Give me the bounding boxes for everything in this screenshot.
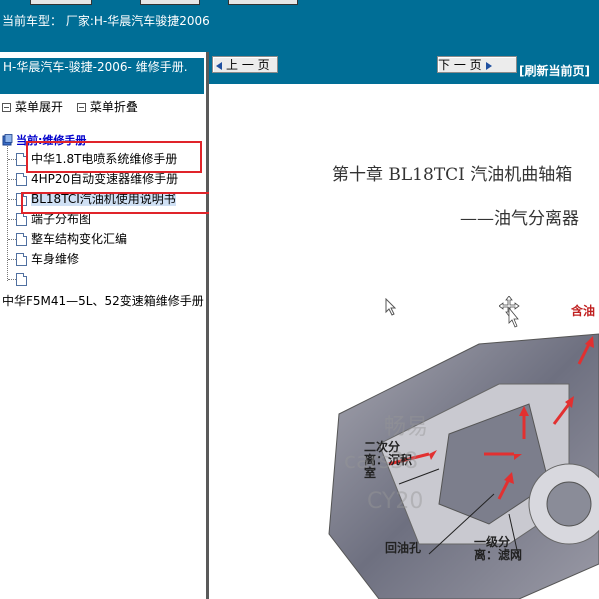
tree-item-label: 车身维修: [31, 252, 80, 266]
next-page-button[interactable]: 下 一 页: [437, 56, 517, 73]
collapse-icon[interactable]: [76, 103, 86, 112]
manual-title: H-华晨汽车-骏捷-2006- 维修手册.: [0, 58, 204, 94]
annotation-box-2: [21, 192, 221, 214]
oil-separator-diagram: [328, 333, 599, 599]
label-primary-separation: 一级分离：滤网: [474, 535, 523, 562]
tree-item-structure-changes[interactable]: 整车结构变化汇编: [8, 230, 127, 248]
document-icon: [16, 233, 27, 246]
next-page-label: 下 一 页: [438, 58, 482, 72]
tree-branch: [8, 259, 16, 260]
arrow-right-icon: [485, 61, 492, 70]
tree-item-body-repair[interactable]: 车身维修: [8, 250, 79, 268]
tree-item-gearbox-manual[interactable]: 中华F5M41—5L、52变速箱维修手册: [2, 292, 204, 309]
prev-page-label: 上 一 页: [226, 58, 270, 72]
document-page: 第十章 BL18TCI 汽油机曲轴箱 ——油气分离器 含油 二次分离：沉积室 一…: [209, 84, 599, 599]
label-oil-return-hole: 回油孔: [385, 541, 422, 555]
top-toolbar-button[interactable]: [140, 0, 200, 5]
tree-item-label: 4HP20自动变速器维修手册: [31, 172, 179, 186]
tree-branch: [8, 239, 16, 240]
document-icon: [16, 253, 27, 266]
chapter-subtitle: ——油气分离器: [460, 209, 579, 229]
document-icon: [16, 273, 27, 286]
tree-item-label: 整车结构变化汇编: [31, 232, 128, 246]
document-icon: [16, 173, 27, 186]
top-toolbar-button[interactable]: [30, 0, 92, 5]
viewer-toolbar: 上 一 页 下 一 页 [刷新当前页]: [209, 52, 599, 84]
left-nav-panel: H-华晨汽车-骏捷-2006- 维修手册. 菜单展开 菜单折叠 当前:维修手册 …: [0, 52, 221, 599]
refresh-page-link[interactable]: [刷新当前页]: [519, 62, 590, 79]
book-icon: [2, 134, 13, 146]
document-icon: [16, 213, 27, 226]
prev-page-button[interactable]: 上 一 页: [212, 56, 278, 73]
menu-collapse-link[interactable]: 菜单折叠: [90, 100, 138, 114]
watermark-text: 畅易: [384, 415, 429, 440]
watermark-text: cars38: [344, 449, 419, 474]
tree-branch: [8, 219, 16, 220]
menu-expand-link[interactable]: 菜单展开: [15, 100, 63, 114]
tree-item-blank[interactable]: [8, 270, 31, 288]
expand-icon[interactable]: [2, 103, 11, 112]
tree-branch: [8, 279, 16, 280]
tree-branch: [8, 159, 16, 160]
annotation-box-1: [26, 141, 202, 173]
top-toolbar-button[interactable]: [228, 0, 298, 5]
tree-branch: [8, 179, 16, 180]
arrow-left-icon: [216, 61, 222, 70]
watermark-text: CY20: [367, 489, 424, 514]
chapter-title: 第十章 BL18TCI 汽油机曲轴箱: [332, 165, 573, 185]
menu-controls: 菜单展开 菜单折叠: [2, 98, 148, 115]
top-header: 当前车型： 厂家:H-华晨汽车骏捷2006: [0, 0, 599, 52]
tree-item-label: 端子分布图: [31, 212, 92, 226]
tree-branch: [8, 199, 16, 200]
label-oil-inlet: 含油: [571, 304, 596, 318]
current-model-text: 当前车型： 厂家:H-华晨汽车骏捷2006: [2, 14, 210, 28]
document-viewer: 上 一 页 下 一 页 [刷新当前页] 第十章 BL18TCI 汽油机曲轴箱 —…: [209, 52, 599, 599]
